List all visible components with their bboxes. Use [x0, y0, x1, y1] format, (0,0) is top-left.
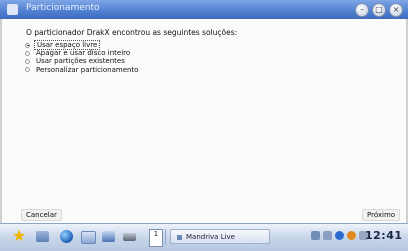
star-menu-icon[interactable]: ★ — [12, 228, 26, 244]
window-title: Particionamento — [26, 3, 100, 13]
cancel-button[interactable]: Cancelar — [21, 209, 62, 221]
window-app-icon — [7, 4, 18, 15]
option-label: Apagar e usar disco inteiro — [36, 49, 131, 58]
taskbar: ★ 1 Mandriva Live 12:41 — [0, 223, 408, 251]
dialog-body: O particionador DrakX encontrou as segui… — [0, 19, 408, 223]
minimize-button[interactable]: – — [355, 3, 369, 17]
file-manager-icon[interactable] — [81, 231, 96, 244]
option-label: Usar partições existentes — [36, 57, 125, 66]
window-titlebar: Particionamento – □ × — [0, 0, 408, 20]
dialog-heading: O particionador DrakX encontrou as segui… — [26, 28, 238, 37]
option-free-space[interactable]: Usar espaço livre — [25, 40, 140, 51]
desktop-pager[interactable]: 1 — [149, 229, 163, 247]
terminal-icon[interactable] — [123, 233, 136, 241]
taskbar-task-mandriva-live[interactable]: Mandriva Live — [170, 229, 270, 244]
clock[interactable]: 12:41 — [365, 229, 403, 242]
window-controls: – □ × — [355, 3, 403, 17]
update-icon[interactable] — [335, 231, 344, 240]
option-label: Personalizar particionamento — [36, 65, 139, 74]
close-button[interactable]: × — [389, 3, 403, 17]
solution-options: Usar espaço livre Apagar e usar disco in… — [25, 40, 140, 74]
radio-button[interactable] — [25, 67, 30, 73]
taskbar-separator — [165, 229, 166, 245]
browser-globe-icon[interactable] — [60, 230, 73, 243]
network-icon[interactable] — [311, 231, 320, 240]
radio-button[interactable] — [25, 58, 30, 64]
task-label: Mandriva Live — [186, 233, 235, 241]
volume-icon[interactable] — [323, 231, 332, 240]
option-existing-partitions[interactable]: Usar partições existentes — [25, 57, 140, 65]
maximize-button[interactable]: □ — [372, 3, 386, 17]
task-app-icon — [177, 234, 182, 240]
radio-button-checked[interactable] — [25, 42, 30, 48]
office-icon[interactable] — [102, 231, 115, 242]
system-tray — [311, 231, 368, 240]
option-erase-disk[interactable]: Apagar e usar disco inteiro — [25, 49, 140, 57]
next-button[interactable]: Próximo — [362, 209, 401, 221]
home-folder-icon[interactable] — [36, 231, 49, 242]
radio-button[interactable] — [25, 50, 30, 56]
notification-icon[interactable] — [347, 231, 356, 240]
option-custom-partitioning[interactable]: Personalizar particionamento — [25, 66, 140, 74]
